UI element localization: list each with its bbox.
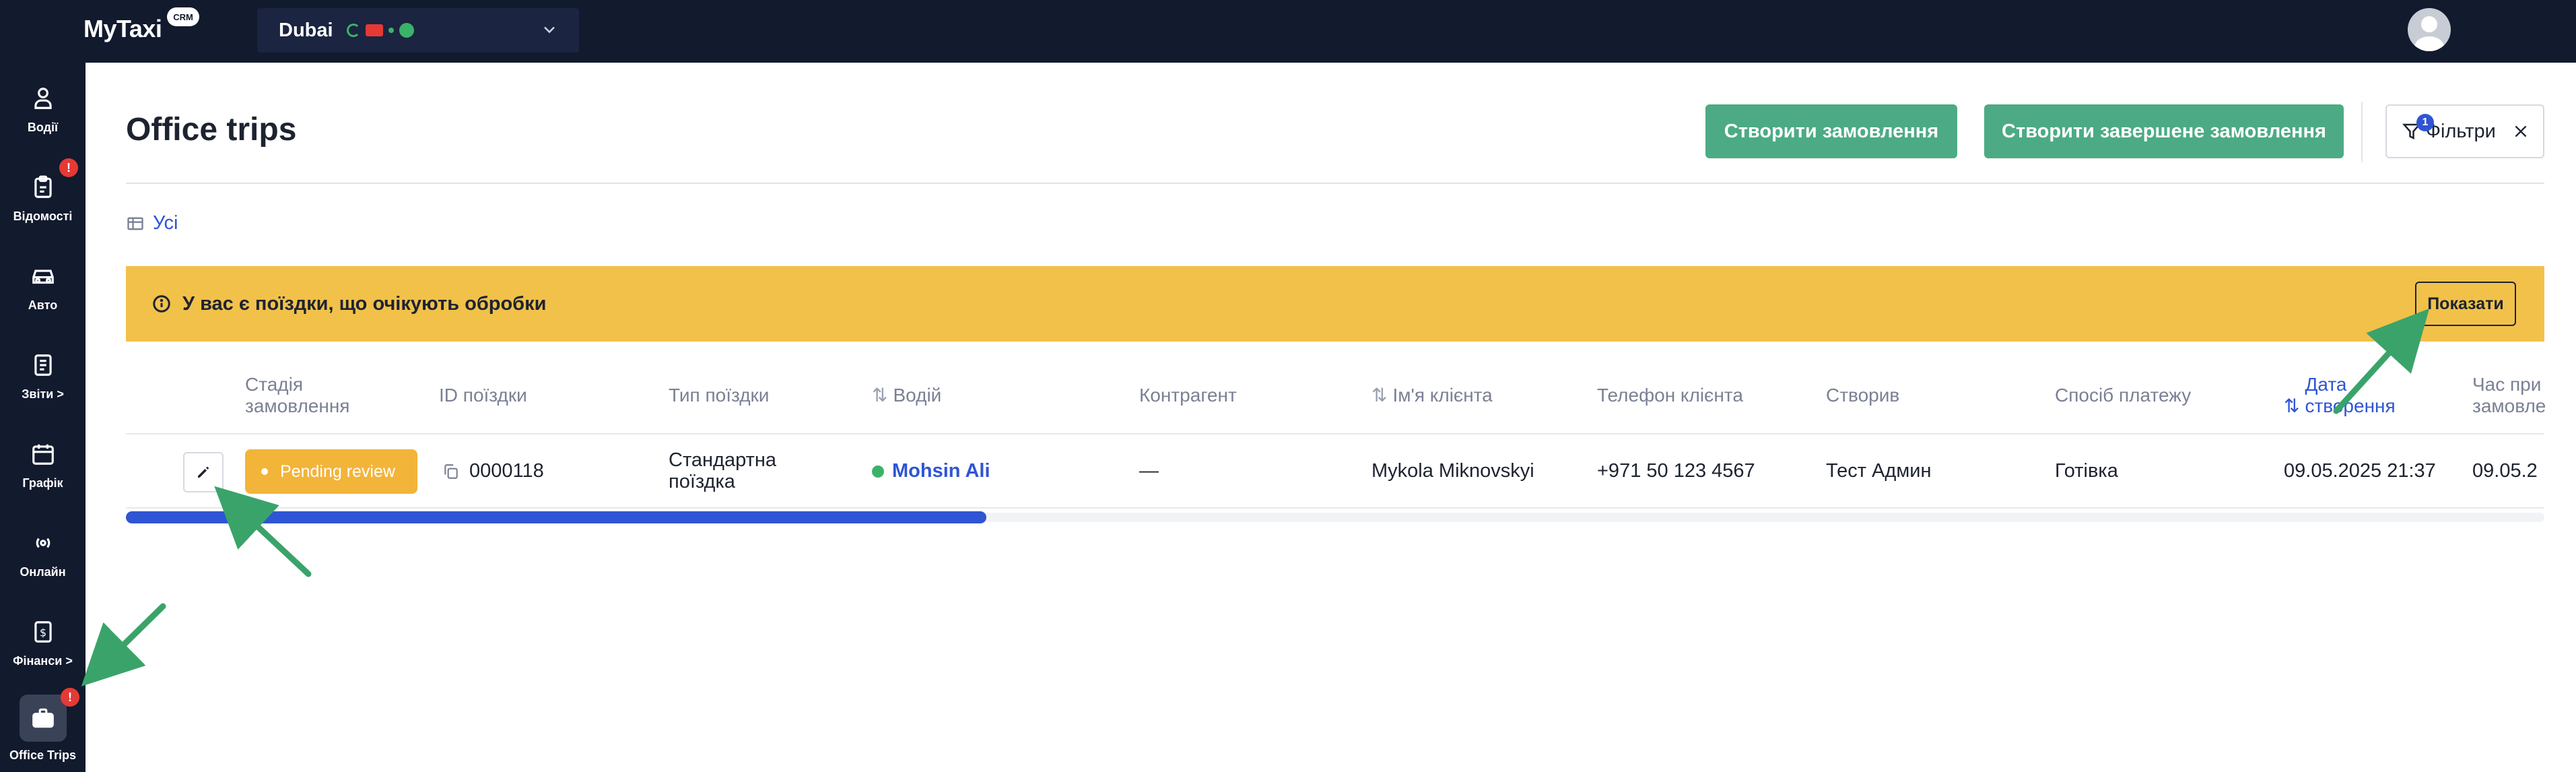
banner-text: У вас є поїздки, що очікують обробки — [182, 292, 547, 315]
online-status-dot — [872, 465, 884, 478]
flag-icon — [365, 24, 383, 36]
counterparty-cell: — — [1139, 460, 1159, 482]
col-header-counterparty[interactable]: Контрагент — [1139, 385, 1237, 406]
info-circle-icon — [399, 23, 414, 38]
active-item-highlight — [19, 694, 67, 742]
divider — [2361, 102, 2363, 162]
main-content: Office trips Створити замовлення Створит… — [86, 63, 2576, 772]
sidebar-item-online[interactable]: Онлайн — [0, 514, 86, 595]
person-icon — [34, 87, 52, 109]
broadcast-icon — [36, 538, 50, 548]
view-tab-all[interactable]: Усі — [126, 212, 178, 234]
client-name-cell: Mykola Miknovskyi — [1371, 460, 1534, 482]
close-icon[interactable] — [2512, 123, 2530, 140]
col-header-client-phone[interactable]: Телефон клієнта — [1597, 385, 1743, 406]
sidebar-item-label: Онлайн — [20, 565, 66, 579]
info-icon — [153, 295, 170, 313]
order-time-cell: 09.05.2 — [2472, 460, 2538, 482]
trip-id-cell[interactable]: 0000118 — [442, 460, 544, 482]
header-divider — [126, 183, 2544, 184]
sort-icon: ⇅ — [872, 385, 888, 406]
filters-button[interactable]: 1 Фільтри — [2385, 104, 2544, 158]
col-header-trip-type[interactable]: Тип поїздки — [669, 385, 769, 406]
show-button[interactable]: Показати — [2415, 282, 2516, 326]
top-bar: MyTaxi CRM Dubai — [0, 0, 2576, 63]
sidebar-item-label: Графік — [22, 476, 63, 490]
sidebar-item-label: Звіти > — [22, 387, 64, 401]
sidebar-item-cars[interactable]: Авто — [0, 247, 86, 328]
user-silhouette-icon — [2414, 16, 2444, 51]
sidebar-item-drivers[interactable]: Водії — [0, 69, 86, 150]
view-tab-label: Усі — [153, 212, 178, 234]
col-header-order-time[interactable]: Час при замовле — [2472, 374, 2546, 417]
svg-text:$: $ — [39, 626, 46, 639]
calendar-icon — [32, 444, 54, 465]
crm-badge: CRM — [167, 7, 199, 26]
briefcase-icon — [32, 708, 54, 728]
col-header-label: Водій — [893, 385, 942, 406]
col-header-driver[interactable]: ⇅ Водій — [872, 385, 941, 406]
status-label: Pending review — [280, 461, 395, 481]
col-header-created-by[interactable]: Створив — [1826, 385, 1899, 406]
chevron-down-icon — [544, 26, 555, 34]
col-header-label: Дата створення — [2305, 374, 2396, 416]
sidebar: Водії Відомості ! Авто Звіти > Графік Он… — [0, 63, 86, 772]
sidebar-item-reports[interactable]: Звіти > — [0, 336, 86, 417]
alert-badge: ! — [59, 158, 78, 177]
sidebar-item-office-trips[interactable]: Office Trips ! — [0, 688, 86, 769]
sort-icon: ⇅ — [2284, 395, 2300, 416]
page-title: Office trips — [126, 112, 297, 148]
driver-cell[interactable]: Mohsin Ali — [872, 460, 990, 482]
city-selector[interactable]: Dubai — [257, 8, 579, 53]
created-by-cell: Тест Админ — [1826, 460, 1932, 482]
sidebar-item-label: Фінанси > — [13, 653, 73, 668]
create-order-button[interactable]: Створити замовлення — [1705, 104, 1957, 158]
clipboard-icon — [34, 175, 52, 198]
col-header-client-name[interactable]: ⇅ Ім'я клієнта — [1371, 385, 1493, 406]
client-phone-cell: +971 50 123 4567 — [1597, 460, 1755, 482]
pending-trips-banner: У вас є поїздки, що очікують обробки — [126, 266, 2544, 342]
col-header-stage: Стадія замовлення — [245, 374, 350, 416]
finance-icon: $ — [34, 620, 52, 643]
horizontal-scrollbar[interactable] — [126, 511, 986, 523]
city-name: Dubai — [279, 19, 333, 41]
col-header-payment[interactable]: Спосіб платежу — [2055, 385, 2191, 406]
sidebar-item-finance[interactable]: $ Фінанси > — [0, 603, 86, 684]
status-badge: Pending review — [245, 449, 417, 494]
row-divider — [126, 507, 2544, 509]
report-icon — [34, 354, 52, 376]
header-row-divider — [126, 433, 2544, 435]
filter-count-badge: 1 — [2416, 114, 2434, 131]
col-header-label: Ім'я клієнта — [1392, 385, 1493, 406]
sidebar-item-label: Водії — [27, 120, 59, 134]
brand-logo[interactable]: MyTaxi — [83, 15, 162, 43]
trip-type-cell: Стандартна поїздка — [669, 449, 777, 492]
col-header-trip-id[interactable]: ID поїздки — [439, 385, 527, 406]
sidebar-item-label: Відомості — [13, 209, 73, 223]
payment-cell: Готівка — [2055, 460, 2118, 482]
filters-label: Фільтри — [2426, 120, 2496, 142]
city-status-icons — [346, 23, 414, 38]
copy-icon[interactable] — [442, 463, 460, 480]
create-completed-order-button[interactable]: Створити завершене замовлення — [1984, 104, 2344, 158]
status-dot — [261, 468, 268, 475]
sync-icon — [346, 24, 360, 37]
table-icon — [127, 217, 143, 230]
sort-icon: ⇅ — [1371, 385, 1388, 406]
trip-id: 0000118 — [469, 460, 544, 482]
driver-name-link[interactable]: Mohsin Ali — [892, 460, 990, 482]
sidebar-item-statements[interactable]: Відомості ! — [0, 158, 86, 239]
sidebar-item-label: Авто — [28, 298, 58, 312]
pencil-icon — [198, 467, 209, 478]
sidebar-item-label: Office Trips — [9, 748, 77, 762]
user-avatar[interactable] — [2408, 8, 2451, 51]
alert-badge: ! — [61, 688, 79, 707]
created-date-cell: 09.05.2025 21:37 — [2284, 460, 2436, 482]
edit-button[interactable] — [183, 452, 224, 492]
sidebar-item-schedule[interactable]: Графік — [0, 425, 86, 506]
online-dot-icon — [388, 28, 394, 33]
car-icon — [32, 269, 54, 284]
col-header-created-date[interactable]: ⇅ Дата створення — [2284, 374, 2396, 417]
